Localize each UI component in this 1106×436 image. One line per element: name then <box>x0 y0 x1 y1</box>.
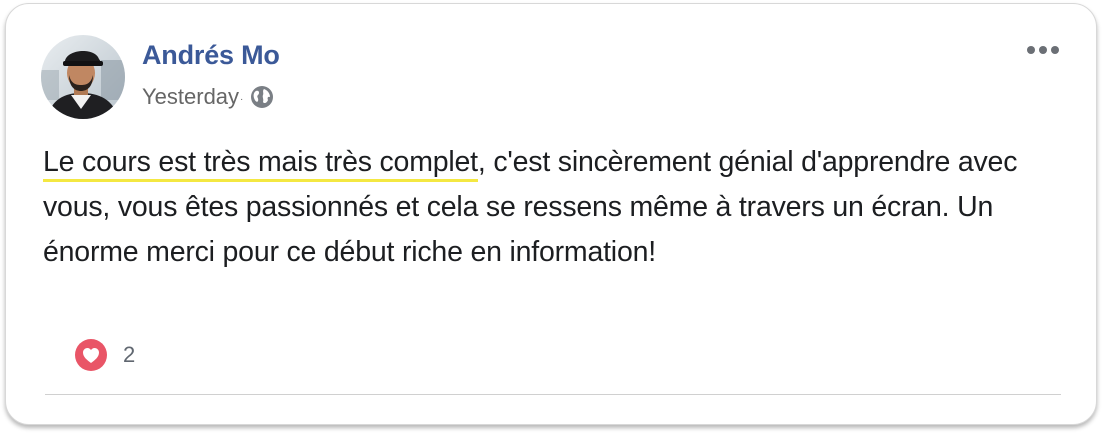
avatar[interactable] <box>41 35 125 119</box>
author-name[interactable]: Andrés Mo <box>142 40 280 71</box>
post-meta: Yesterday · <box>142 84 274 110</box>
globe-icon <box>250 85 274 109</box>
highlighted-text: Le cours est très mais très complet <box>43 146 478 182</box>
reactions-summary[interactable]: 2 <box>75 338 135 372</box>
divider <box>45 394 1061 395</box>
meta-separator: · <box>240 93 244 105</box>
post-timestamp[interactable]: Yesterday <box>142 84 239 110</box>
reaction-count: 2 <box>123 342 136 367</box>
post-text: Le cours est très mais très complet, c'e… <box>43 140 1053 275</box>
more-options-icon[interactable] <box>1026 42 1060 58</box>
heart-icon <box>75 339 107 371</box>
avatar-image <box>41 35 125 119</box>
post-card: Andrés Mo Yesterday · Le cours est très … <box>5 3 1097 425</box>
